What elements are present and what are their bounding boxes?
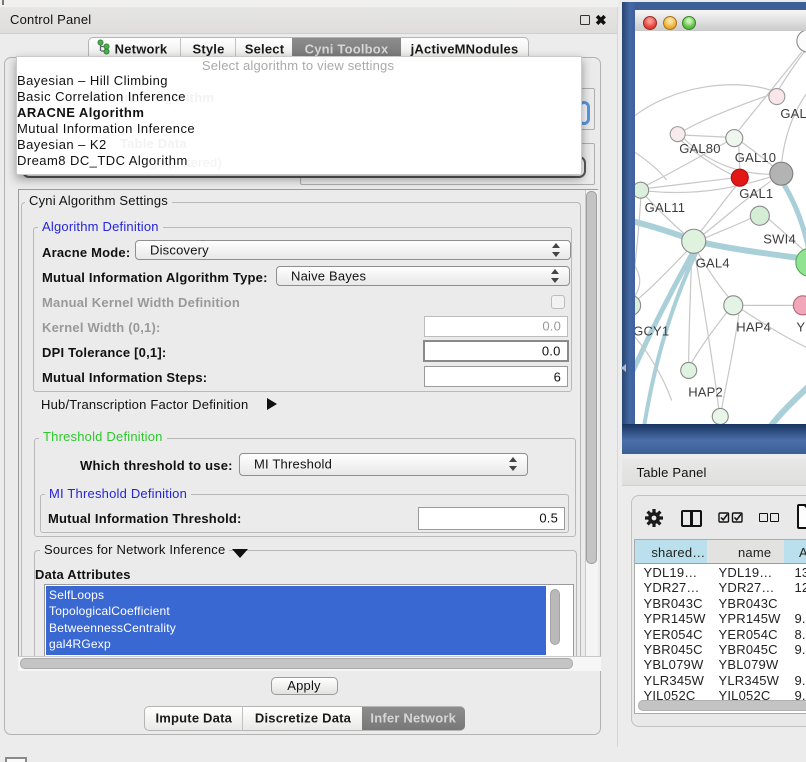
svg-text:HAP2: HAP2	[688, 384, 723, 399]
svg-text:GAL2: GAL2	[780, 106, 806, 121]
svg-text:SWI4: SWI4	[763, 231, 796, 246]
svg-text:GAL11: GAL11	[644, 200, 685, 215]
svg-text:GAL1: GAL1	[739, 186, 773, 201]
svg-text:GAL80: GAL80	[679, 141, 720, 156]
svg-text:GAL4: GAL4	[695, 255, 729, 270]
svg-text:GAL10: GAL10	[734, 150, 775, 165]
svg-text:HAP4: HAP4	[736, 319, 771, 334]
svg-text:Y: Y	[796, 319, 805, 334]
svg-text:GCY1: GCY1	[635, 323, 669, 338]
